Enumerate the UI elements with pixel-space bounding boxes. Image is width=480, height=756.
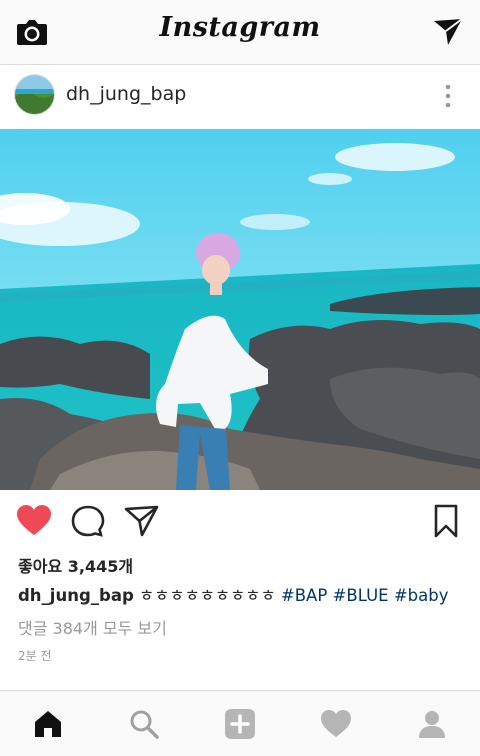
post-header: dh_jung_bap bbox=[0, 66, 480, 129]
search-icon[interactable] bbox=[128, 708, 160, 740]
app-logo: Instagram bbox=[159, 12, 321, 43]
post-actions bbox=[0, 490, 480, 552]
post-timestamp: 2분 전 bbox=[18, 649, 52, 663]
bottom-navigation bbox=[0, 690, 480, 756]
home-icon[interactable] bbox=[32, 708, 64, 740]
direct-send-icon[interactable] bbox=[432, 17, 464, 47]
view-all-comments-link[interactable]: 댓글 384개 모두 보기 bbox=[18, 615, 167, 639]
comment-icon[interactable] bbox=[70, 504, 106, 538]
heart-icon[interactable] bbox=[320, 708, 352, 740]
avatar[interactable] bbox=[14, 74, 55, 115]
post-photo[interactable] bbox=[0, 129, 480, 490]
hashtag[interactable]: #BLUE bbox=[333, 586, 389, 605]
share-icon[interactable] bbox=[124, 504, 160, 538]
post-caption: dh_jung_bap ㅎㅎㅎㅎㅎㅎㅎㅎㅎ #BAP #BLUE #baby bbox=[18, 582, 448, 606]
heart-filled-icon[interactable] bbox=[16, 504, 52, 538]
like-count[interactable]: 좋아요 3,445개 bbox=[18, 553, 133, 577]
bookmark-icon[interactable] bbox=[428, 504, 464, 538]
hashtag[interactable]: #baby bbox=[394, 586, 449, 605]
hashtag[interactable]: #BAP bbox=[281, 586, 327, 605]
add-icon[interactable] bbox=[224, 708, 256, 740]
profile-icon[interactable] bbox=[416, 708, 448, 740]
more-vertical-icon[interactable] bbox=[440, 83, 456, 109]
post-username[interactable]: dh_jung_bap bbox=[66, 83, 186, 105]
top-bar: Instagram bbox=[0, 0, 480, 65]
caption-text: ㅎㅎㅎㅎㅎㅎㅎㅎㅎ bbox=[139, 586, 276, 605]
caption-username[interactable]: dh_jung_bap bbox=[18, 586, 134, 605]
